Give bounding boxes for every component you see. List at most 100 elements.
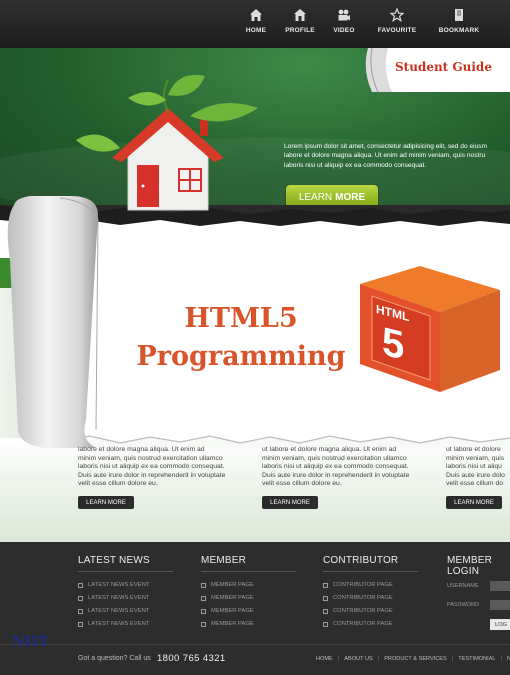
footer-item-label: LATEST NEWS EVENT: [88, 595, 150, 601]
column-text-line: ut labore et dolore magna aliqua. Ut eni…: [262, 446, 397, 453]
column-text-line: ut labore et dolore: [446, 446, 501, 453]
column-text-line: laboris nisi ut aliquip ex ea commodo co…: [78, 463, 225, 471]
column-text-line: labore et dolore magna aliqua. Ut enim a…: [78, 446, 205, 453]
nav-favourite[interactable]: FAVOURITE: [366, 8, 428, 34]
column-text-line: Duis aute irure dolor in reprehenderit i…: [262, 471, 410, 479]
column-text-line: laboris nisi ut aliquip ex ea commodo co…: [262, 463, 409, 471]
hero-text-line: labore et dolore magna aliqua. Ut enim a…: [284, 152, 486, 160]
nav-video-label: VIDEO: [333, 27, 355, 34]
footer-item-label: MEMBER PAGE: [211, 595, 254, 601]
column-text-line: Duis aute irure dolo: [446, 471, 505, 479]
footer-link-testimonial[interactable]: TESTIMONIAL: [458, 656, 495, 662]
footer-latest-news-item[interactable]: LATEST NEWS EVENT: [78, 608, 149, 614]
bullet-square-icon: [201, 582, 206, 588]
bullet-square-icon: [78, 582, 83, 588]
bullet-square-icon: [201, 595, 206, 601]
bullet-square-icon: [323, 595, 328, 601]
profile-icon: [294, 9, 306, 21]
column-3-learn-more-button[interactable]: LEARN MORE: [446, 496, 502, 509]
footer-contributor-item[interactable]: CONTRIBUTOR PAGE: [323, 582, 393, 588]
link-separator: |: [377, 656, 380, 662]
hero-text-line: Lorem ipsum dolor sit amet, consectetur …: [284, 143, 488, 150]
footer-contributor-item[interactable]: CONTRIBUTOR PAGE: [323, 595, 393, 601]
footer-latest-news-item[interactable]: LATEST NEWS EVENT: [78, 582, 149, 588]
link-separator: |: [337, 656, 340, 662]
column-text-line: velit esse cillum do: [446, 480, 504, 488]
footer-link-products[interactable]: PRODUCT & SERVICES: [384, 656, 447, 662]
footer-link-home[interactable]: HOME: [316, 656, 333, 662]
book-title-line-2: Programming: [136, 341, 346, 372]
footer-member-item[interactable]: MEMBER PAGE: [201, 608, 254, 614]
contact-question: Got a question? Call us: [78, 655, 151, 662]
bullet-square-icon: [78, 621, 83, 627]
footer-item-label: CONTRIBUTOR PAGE: [333, 582, 393, 588]
book-title: HTML5 Programming: [96, 300, 386, 376]
footer-bottom-rule: [0, 644, 510, 645]
username-label: USERNAME: [447, 583, 479, 589]
hero-button-bold-text: MORE: [335, 191, 366, 203]
home-icon: [250, 9, 262, 21]
footer-item-label: CONTRIBUTOR PAGE: [333, 595, 393, 601]
footer-member-item[interactable]: MEMBER PAGE: [201, 582, 254, 588]
video-icon: [338, 9, 350, 21]
top-navigation-bar: HOME PROFILE VIDEO FAVOURITE BOOKMARK: [0, 0, 510, 48]
footer-member-login-heading: MEMBER LOGIN: [447, 555, 493, 577]
column-2-learn-more-button[interactable]: LEARN MORE: [262, 496, 318, 509]
column-text-line: velit esse cillum dolore eu.: [78, 480, 158, 488]
column-text-line: Duis aute irure dolor in reprehenderit i…: [78, 471, 226, 479]
footer-member-item[interactable]: MEMBER PAGE: [201, 621, 254, 627]
footer-item-label: LATEST NEWS EVENT: [88, 582, 150, 588]
footer-item-label: LATEST NEWS EVENT: [88, 621, 150, 627]
column-text-line: velit esse cillum dolore eu.: [262, 480, 342, 488]
column-text-line: minim veniam, quis: [446, 454, 505, 462]
bullet-square-icon: [78, 595, 83, 601]
nav-profile[interactable]: PROFILE: [278, 8, 322, 34]
login-button[interactable]: LOG: [490, 619, 510, 630]
footer-latest-news-heading: LATEST NEWS: [78, 555, 150, 566]
footer-member-item[interactable]: MEMBER PAGE: [201, 595, 254, 601]
password-field[interactable]: [490, 600, 510, 610]
link-separator: |: [451, 656, 454, 662]
column-text-line: laboris nisi ut aliqu: [446, 463, 502, 471]
link-separator: |: [500, 656, 502, 662]
username-field[interactable]: [490, 581, 510, 591]
footer-member-heading: MEMBER: [201, 555, 247, 566]
footer-item-label: CONTRIBUTOR PAGE: [333, 621, 393, 627]
footer-item-label: LATEST NEWS EVENT: [88, 608, 150, 614]
student-guide-label: Student Guide: [395, 60, 492, 74]
nav-profile-label: PROFILE: [285, 27, 315, 34]
footer-contributor-item[interactable]: CONTRIBUTOR PAGE: [323, 608, 393, 614]
bookmark-icon: [455, 9, 463, 21]
nav-home[interactable]: HOME: [234, 8, 278, 34]
footer-latest-news-item[interactable]: LATEST NEWS EVENT: [78, 621, 149, 627]
green-edge-strip: [0, 258, 24, 288]
column-text-line: minim veniam, quis nostrud exercitation …: [78, 454, 223, 462]
password-label: PASSWORD: [447, 602, 480, 608]
footer-item-label: MEMBER PAGE: [211, 621, 254, 627]
content-column-1: labore et dolore magna aliqua. Ut enim a…: [78, 446, 256, 489]
nav-bookmark-label: BOOKMARK: [438, 27, 480, 34]
bullet-square-icon: [323, 621, 328, 627]
nav-video[interactable]: VIDEO: [322, 8, 366, 34]
book-title-line-1: HTML5: [184, 303, 298, 334]
column-1-learn-more-button[interactable]: LEARN MORE: [78, 496, 134, 509]
hero-text-line: laboris nisi ut aliquip ex ea commodo co…: [284, 161, 427, 169]
footer-rule: [78, 571, 173, 572]
nav-favourite-label: FAVOURITE: [377, 27, 417, 34]
contact-phone: 1800 765 4321: [157, 653, 226, 664]
column-text-line: minim veniam, quis nostrud exercitation …: [262, 454, 407, 462]
bullet-square-icon: [323, 608, 328, 614]
bullet-square-icon: [201, 608, 206, 614]
main-nav: HOME PROFILE VIDEO FAVOURITE BOOKMARK: [234, 8, 490, 34]
nav-bookmark[interactable]: BOOKMARK: [428, 8, 490, 34]
star-icon: [390, 8, 404, 22]
footer-rule: [201, 571, 296, 572]
left-light-panel: [0, 288, 30, 438]
footer-contributor-item[interactable]: CONTRIBUTOR PAGE: [323, 621, 393, 627]
footer-latest-news-item[interactable]: LATEST NEWS EVENT: [78, 595, 149, 601]
footer-rule: [323, 571, 418, 572]
footer-link-about[interactable]: ABOUT US: [344, 656, 373, 662]
footer-contributor-heading: CONTRIBUTOR: [323, 555, 399, 566]
footer-item-label: CONTRIBUTOR PAGE: [333, 608, 393, 614]
bullet-square-icon: [201, 621, 206, 627]
